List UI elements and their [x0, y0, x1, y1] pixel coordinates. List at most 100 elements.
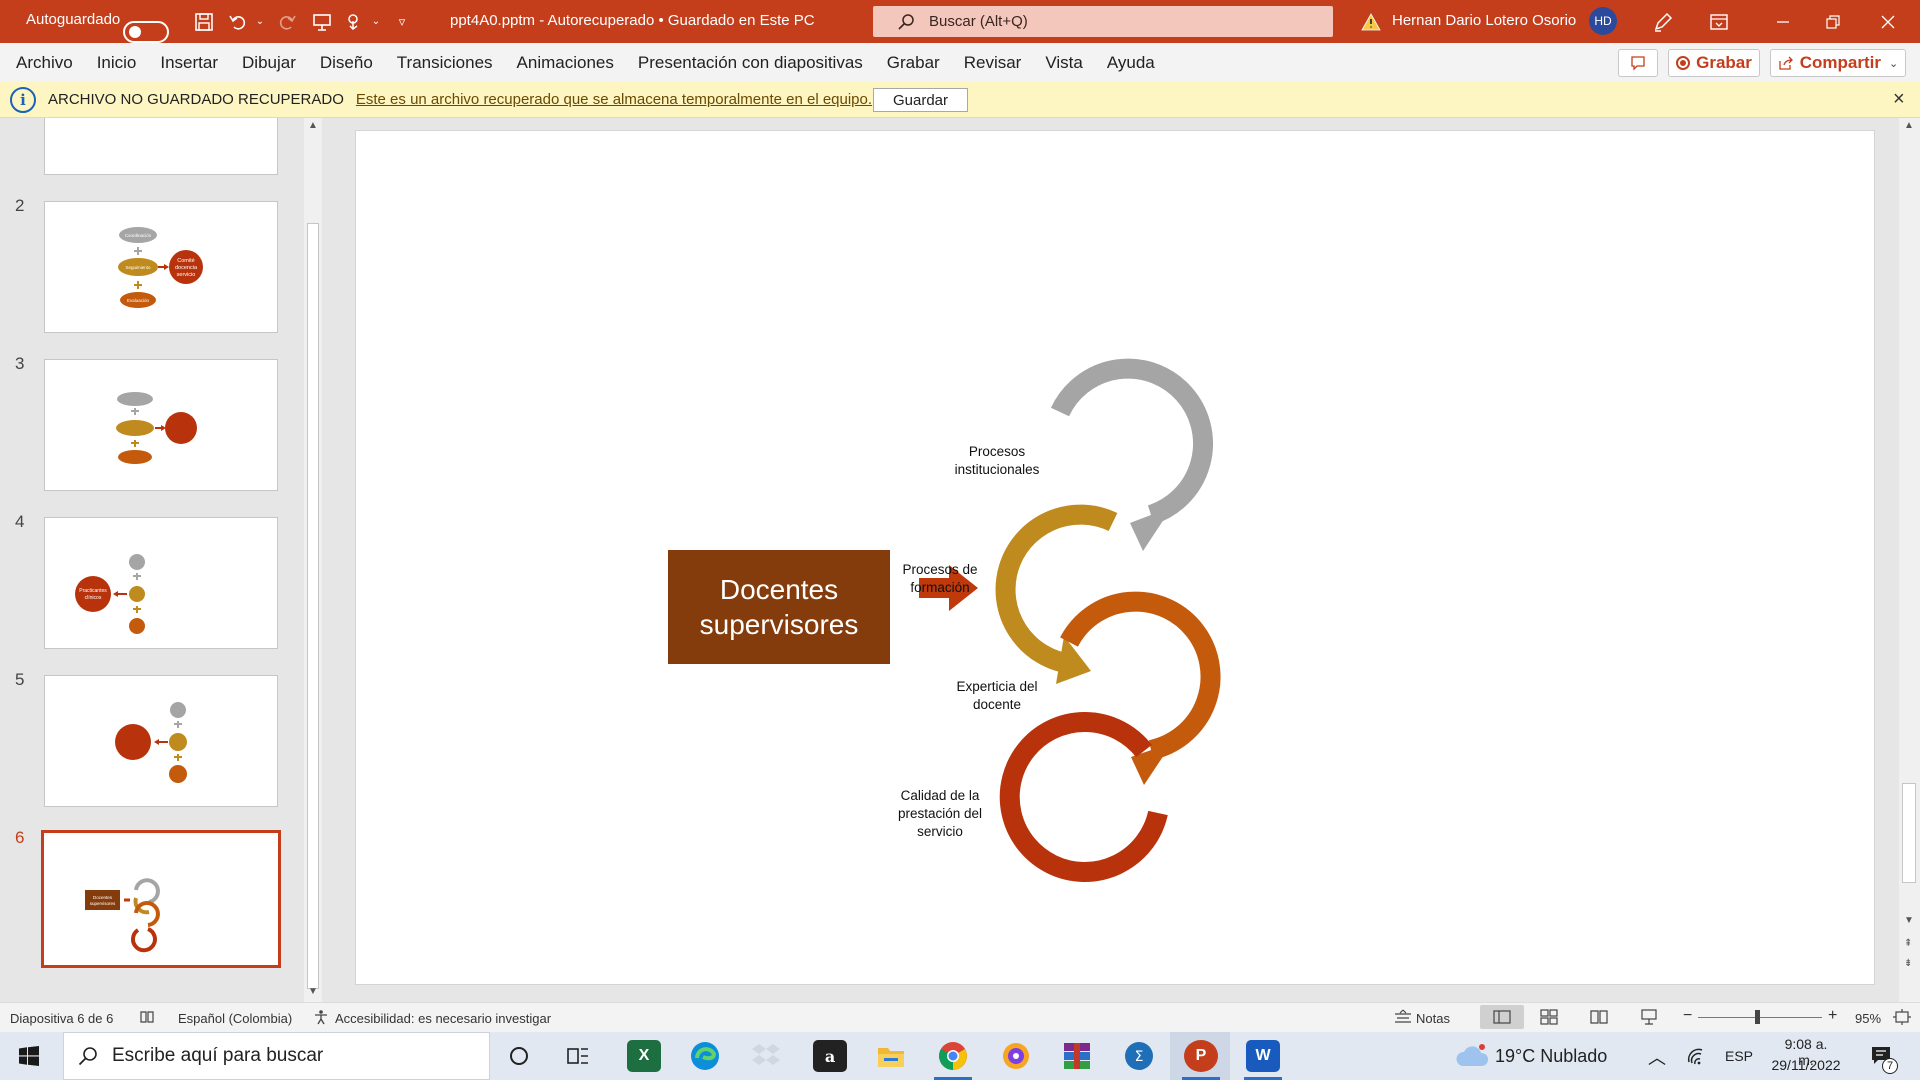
edge-icon[interactable]	[689, 1040, 721, 1076]
app-sigma-icon[interactable]: Σ	[1123, 1040, 1155, 1076]
slide-thumbnail-4[interactable]: Practicantes clínicos	[44, 517, 278, 649]
slide-scrollbar[interactable]: ▲ ▼ ⇞ ⇟	[1899, 118, 1920, 1002]
tab-inicio[interactable]: Inicio	[89, 53, 145, 73]
accessibility-icon[interactable]	[313, 1009, 329, 1028]
redo-icon[interactable]	[275, 0, 299, 43]
warning-icon[interactable]	[1360, 0, 1382, 43]
tab-grabar[interactable]: Grabar	[879, 53, 948, 73]
previous-slide-icon[interactable]: ⇞	[1904, 938, 1912, 949]
dropbox-icon[interactable]	[751, 1042, 781, 1074]
word-icon[interactable]: W	[1246, 1040, 1280, 1072]
accessibility-status[interactable]: Accesibilidad: es necesario investigar	[335, 1011, 551, 1026]
thumb-text: Seguimiento	[125, 265, 151, 270]
wifi-icon[interactable]	[1686, 1046, 1708, 1070]
slide-sorter-icon[interactable]	[1540, 1009, 1558, 1028]
thumbnail-scrollbar[interactable]: ▲ ▼	[304, 118, 322, 1002]
spellcheck-icon[interactable]	[139, 1009, 155, 1028]
save-icon[interactable]	[192, 0, 216, 43]
avatar[interactable]: HD	[1589, 7, 1617, 35]
next-slide-icon[interactable]: ⇟	[1904, 958, 1912, 969]
slide-thumbnail-1[interactable]	[44, 118, 278, 175]
customize-toolbar-icon[interactable]: ▿	[394, 0, 410, 43]
minimize-icon[interactable]	[1770, 0, 1796, 43]
brave-vpn-icon[interactable]	[1000, 1040, 1032, 1076]
slide-thumbnail-5[interactable]	[44, 675, 278, 807]
cycle-arrow-procesos-institucionales[interactable]	[1050, 358, 1213, 525]
taskbar-search-input[interactable]: Escribe aquí para buscar	[63, 1032, 490, 1080]
scroll-down-icon[interactable]: ▼	[1904, 915, 1914, 926]
ribbon-display-icon[interactable]	[1706, 0, 1732, 43]
pen-icon[interactable]	[1650, 0, 1676, 43]
autosave-toggle[interactable]	[123, 20, 169, 43]
notes-button[interactable]: Notas	[1416, 1011, 1450, 1026]
tab-revisar[interactable]: Revisar	[956, 53, 1030, 73]
file-explorer-icon[interactable]	[876, 1042, 906, 1074]
notes-icon[interactable]	[1394, 1009, 1412, 1028]
keyboard-language[interactable]: ESP	[1725, 1048, 1753, 1064]
zoom-out-icon[interactable]: −	[1683, 1007, 1692, 1025]
amazon-icon[interactable]: a	[813, 1040, 847, 1072]
zoom-slider-thumb[interactable]	[1755, 1010, 1760, 1024]
close-icon[interactable]	[1875, 0, 1901, 43]
tab-archivo[interactable]: Archivo	[8, 53, 81, 73]
save-recovered-button[interactable]: Guardar	[873, 88, 968, 112]
share-button[interactable]: Compartir ⌄	[1770, 49, 1906, 77]
slideshow-icon[interactable]	[1640, 1009, 1658, 1028]
tab-ayuda[interactable]: Ayuda	[1099, 53, 1163, 73]
scroll-down-icon[interactable]: ▼	[308, 986, 318, 997]
autosave-label: Autoguardado	[26, 11, 121, 28]
thumb-text: Practicantes	[79, 588, 107, 594]
record-label: Grabar	[1696, 53, 1752, 72]
slide-thumbnail-panel: 2 Coordinación Seguimiento Comité docenc…	[0, 118, 322, 1002]
zoom-in-icon[interactable]: +	[1828, 1007, 1837, 1025]
tab-dibujar[interactable]: Dibujar	[234, 53, 304, 73]
scroll-up-icon[interactable]: ▲	[1904, 120, 1914, 131]
winrar-icon[interactable]	[1061, 1040, 1093, 1076]
excel-icon[interactable]: X	[627, 1040, 661, 1072]
language-status[interactable]: Español (Colombia)	[178, 1011, 292, 1026]
slide-thumbnail-6[interactable]: Docentes supervisores	[41, 830, 281, 968]
normal-view-button[interactable]	[1480, 1005, 1524, 1029]
share-dropdown-icon[interactable]: ⌄	[1889, 57, 1898, 70]
infobar-close-icon[interactable]: ×	[1893, 88, 1905, 111]
record-button[interactable]: Grabar	[1668, 49, 1760, 77]
search-box[interactable]: Buscar (Alt+Q)	[873, 6, 1333, 37]
undo-dropdown-icon[interactable]: ⌄	[253, 0, 267, 43]
undo-icon[interactable]	[226, 0, 250, 43]
cycle-arrow-calidad-servicio[interactable]	[999, 712, 1168, 882]
scroll-up-icon[interactable]: ▲	[308, 120, 318, 131]
zoom-slider[interactable]	[1698, 1017, 1822, 1018]
powerpoint-icon[interactable]: P	[1184, 1040, 1218, 1072]
infobar-message[interactable]: Este es un archivo recuperado que se alm…	[356, 91, 872, 108]
scrollbar-thumb[interactable]	[1902, 783, 1916, 883]
touch-mode-icon[interactable]	[342, 0, 366, 43]
tab-diseno[interactable]: Diseño	[312, 53, 381, 73]
cortana-icon[interactable]	[508, 1045, 530, 1071]
tab-vista[interactable]: Vista	[1037, 53, 1091, 73]
tab-presentacion[interactable]: Presentación con diapositivas	[630, 53, 871, 73]
tab-insertar[interactable]: Insertar	[152, 53, 226, 73]
user-name[interactable]: Hernan Dario Lotero Osorio	[1392, 12, 1576, 29]
cycle-arrow-procesos-formacion[interactable]	[995, 504, 1118, 674]
slide-thumbnail-2[interactable]: Coordinación Seguimiento Comité docencia…	[44, 201, 278, 333]
tab-transiciones[interactable]: Transiciones	[389, 53, 501, 73]
scrollbar-thumb[interactable]	[307, 223, 319, 989]
restore-icon[interactable]	[1820, 0, 1846, 43]
comments-button[interactable]	[1618, 49, 1658, 77]
zoom-level[interactable]: 95%	[1855, 1011, 1881, 1026]
recovered-file-infobar: i ARCHIVO NO GUARDADO RECUPERADO Este es…	[0, 82, 1920, 118]
reading-view-icon[interactable]	[1590, 1009, 1608, 1028]
weather-text[interactable]: 19°C Nublado	[1495, 1046, 1607, 1067]
cloudy-weather-icon[interactable]	[1455, 1042, 1489, 1074]
slide-thumbnail-3[interactable]	[44, 359, 278, 491]
tab-animaciones[interactable]: Animaciones	[509, 53, 622, 73]
touch-dropdown-icon[interactable]: ⌄	[370, 0, 382, 43]
fit-slide-icon[interactable]	[1893, 1009, 1911, 1028]
clock-date[interactable]: 29/11/2022	[1770, 1057, 1842, 1073]
task-view-icon[interactable]	[566, 1045, 590, 1071]
presenter-icon[interactable]	[310, 0, 334, 43]
chevron-up-icon[interactable]: ︿	[1648, 1044, 1666, 1070]
windows-start-icon[interactable]	[19, 1046, 39, 1070]
chrome-icon[interactable]	[937, 1040, 969, 1076]
slide-canvas[interactable]: Docentes supervisores Procesos institucio…	[355, 130, 1875, 985]
